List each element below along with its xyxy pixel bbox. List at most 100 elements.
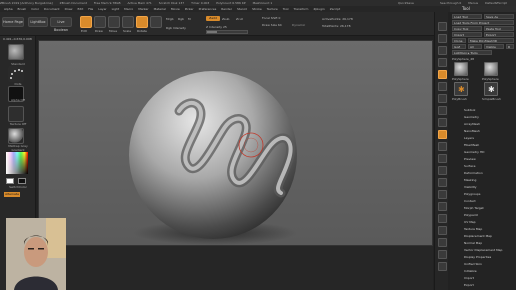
export-button[interactable]: Export: [484, 32, 514, 37]
shelf-button-scroll[interactable]: [438, 46, 447, 55]
lightbox-button[interactable]: LightBox: [28, 17, 48, 27]
shelf-button-move[interactable]: [438, 166, 447, 175]
m-toggle[interactable]: M: [188, 17, 191, 21]
home-page-button[interactable]: Home Page: [2, 17, 24, 27]
tool-palette-header[interactable]: Tool: [450, 6, 516, 12]
shelf-button-zoom[interactable]: [438, 58, 447, 67]
menu-texture[interactable]: Texture: [267, 7, 278, 11]
subpalette-layers[interactable]: Layers: [464, 136, 474, 140]
draw-mode-button[interactable]: Draw: [94, 16, 106, 33]
default-zscript[interactable]: DefaultZScript: [485, 1, 507, 5]
shelf-button-transp[interactable]: [438, 226, 447, 235]
shelf-button-gxyz[interactable]: [438, 142, 447, 151]
menu-picker[interactable]: Picker: [185, 7, 194, 11]
shelf-button-persp[interactable]: [438, 106, 447, 115]
z-intensity-slider[interactable]: [206, 30, 248, 34]
visible-button[interactable]: Visible: [484, 44, 504, 49]
shelf-button-spix-3[interactable]: [438, 34, 447, 43]
subpalette-displacement-map[interactable]: Displacement Map: [464, 234, 492, 238]
menu-transform[interactable]: Transform: [294, 7, 309, 11]
stroke-selector[interactable]: [8, 66, 24, 82]
tool-thumb-polybrush[interactable]: ✱: [454, 82, 468, 96]
edit-mode-button[interactable]: Edit: [80, 16, 92, 33]
subpalette-subtool[interactable]: Subtool: [464, 108, 475, 112]
live-boolean-button[interactable]: Live Boolean: [50, 17, 72, 32]
menu-tool[interactable]: Tool: [283, 7, 289, 11]
import-button[interactable]: Import: [452, 32, 482, 37]
all-button[interactable]: All: [468, 44, 482, 49]
texture-selector[interactable]: [8, 106, 24, 122]
shelf-button-local[interactable]: [438, 130, 447, 139]
menu-macro[interactable]: Macro: [124, 7, 133, 11]
subpalette-polygroups[interactable]: Polygroups: [464, 192, 480, 196]
draw-size-slider[interactable]: Draw Size 64: [262, 23, 282, 27]
menu-draw[interactable]: Draw: [65, 7, 73, 11]
alternate-button[interactable]: Alternate: [4, 192, 20, 197]
mrgb-toggle[interactable]: Mrgb: [166, 17, 174, 21]
copy-tool-button[interactable]: Copy Tool: [452, 26, 482, 31]
rotate-mode-button[interactable]: Rotate: [136, 16, 148, 33]
subpalette-texture-map[interactable]: Texture Map: [464, 227, 482, 231]
load-tool-button[interactable]: Load Tool: [452, 14, 482, 19]
subpalette-geometry[interactable]: Geometry: [464, 115, 479, 119]
secondary-color-swatch[interactable]: [18, 178, 26, 184]
zcut-toggle[interactable]: Zcut: [236, 17, 243, 21]
color-picker[interactable]: [6, 152, 28, 174]
menu-file[interactable]: File: [88, 7, 93, 11]
subpalette-deformation[interactable]: Deformation: [464, 171, 483, 175]
viewport-canvas[interactable]: [38, 40, 433, 246]
make-polymesh-button[interactable]: Make PolyMesh3D: [468, 38, 514, 43]
shelf-button-rotate[interactable]: [438, 190, 447, 199]
shelf-button-floor[interactable]: [438, 118, 447, 127]
rgb-toggle[interactable]: Rgb: [178, 17, 184, 21]
tool-thumb-simplebrush[interactable]: ✱: [484, 82, 498, 96]
shelf-button-line-fill[interactable]: [438, 202, 447, 211]
subpalette-morph-target[interactable]: Morph Target: [464, 206, 484, 210]
shelf-button-ghost[interactable]: [438, 238, 447, 247]
menu-zplugin[interactable]: Zplugin: [313, 7, 324, 11]
menu-document[interactable]: Document: [44, 7, 60, 11]
menu-edit[interactable]: Edit: [77, 7, 83, 11]
save-as-button[interactable]: Save As: [484, 14, 514, 19]
menu-marker[interactable]: Marker: [138, 7, 148, 11]
subpalette-initialize[interactable]: Initialize: [464, 269, 477, 273]
shelf-button-zoom3d[interactable]: [438, 178, 447, 187]
menu-preferences[interactable]: Preferences: [199, 7, 217, 11]
subpalette-masking[interactable]: Masking: [464, 178, 476, 182]
load-tools-project-button[interactable]: Load Tools From Project: [452, 20, 514, 25]
shelf-button-aahalf[interactable]: [438, 82, 447, 91]
subpalette-geometry-hd[interactable]: Geometry HD: [464, 150, 484, 154]
material-selector[interactable]: [8, 128, 24, 144]
subpalette-export[interactable]: Export: [464, 283, 474, 287]
menu-stencil[interactable]: Stencil: [237, 7, 247, 11]
shelf-button-frame[interactable]: [438, 154, 447, 163]
brush-selector[interactable]: [8, 44, 24, 60]
rgb-intensity-slider[interactable]: Rgb Intensity: [166, 26, 186, 30]
menu-light[interactable]: Light: [112, 7, 120, 11]
shelf-button-bpr[interactable]: [438, 22, 447, 31]
subpalette-contact[interactable]: Contact: [464, 199, 476, 203]
scale-mode-button[interactable]: Scale: [122, 16, 134, 33]
focal-shift-slider[interactable]: Focal Shift 0: [262, 16, 280, 20]
subpalette-arraymesh[interactable]: ArrayMesh: [464, 122, 480, 126]
menu-stroke[interactable]: Stroke: [252, 7, 262, 11]
menu-zscript[interactable]: Zscript: [330, 7, 340, 11]
menu-render[interactable]: Render: [221, 7, 232, 11]
subpalette-preview[interactable]: Preview: [464, 157, 476, 161]
subpalette-surface[interactable]: Surface: [464, 164, 475, 168]
subpalette-polypaint[interactable]: Polypaint: [464, 213, 478, 217]
subpalette-uv-map[interactable]: UV Map: [464, 220, 476, 224]
goz-button[interactable]: GoZ: [452, 44, 466, 49]
subpalette-import[interactable]: Import: [464, 276, 474, 280]
shelf-button-xpose[interactable]: [438, 262, 447, 271]
paste-tool-button[interactable]: Paste Tool: [484, 26, 514, 31]
menus-button[interactable]: Menus: [468, 1, 478, 5]
shelf-button-solo[interactable]: [438, 250, 447, 259]
subpalette-display-properties[interactable]: Display Properties: [464, 255, 491, 259]
tool-thumb-polysphere[interactable]: [454, 62, 468, 76]
subpalette-fibermesh[interactable]: FiberMesh: [464, 143, 479, 147]
menu-material[interactable]: Material: [154, 7, 166, 11]
subpalette-normal-map[interactable]: Normal Map: [464, 241, 482, 245]
subpalette-nanomesh[interactable]: NanoMesh: [464, 129, 480, 133]
menu-color[interactable]: Color: [31, 7, 39, 11]
